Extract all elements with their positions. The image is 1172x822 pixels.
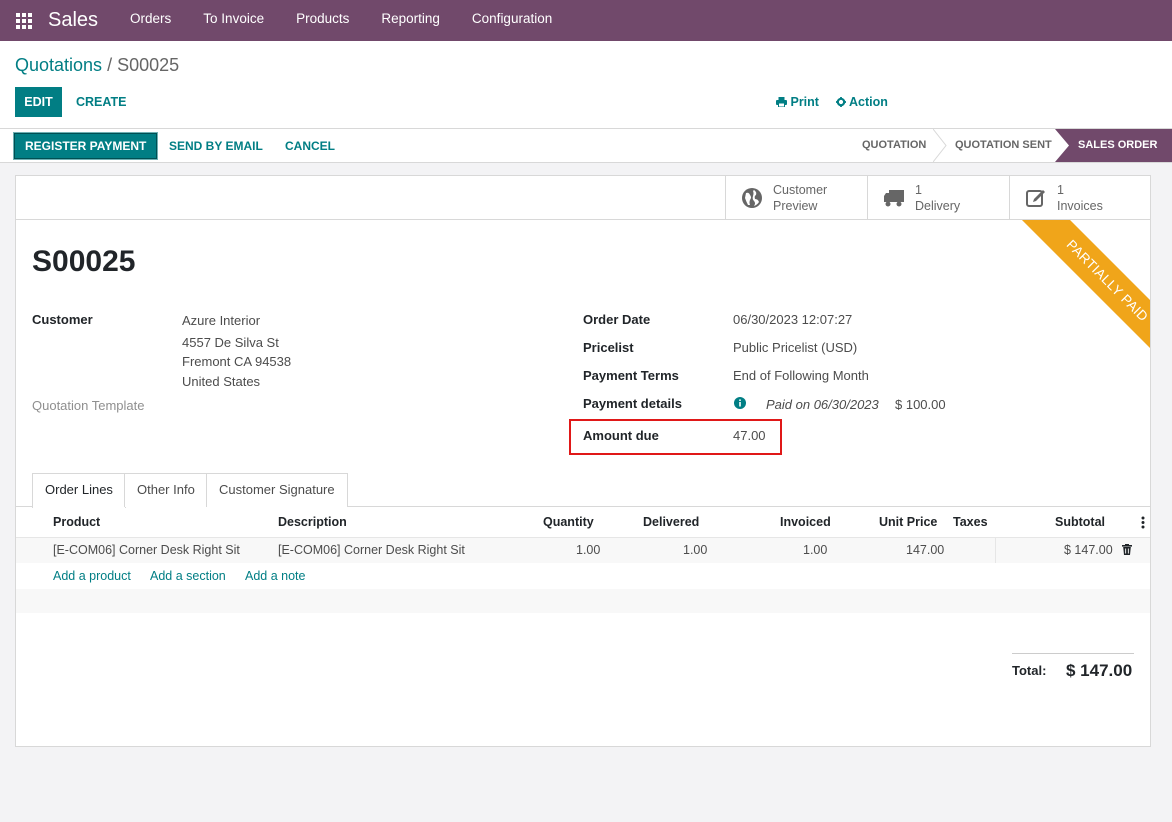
amount-due-highlight: [569, 419, 782, 455]
invoices-count: 1: [1057, 182, 1064, 197]
top-navbar: Sales Orders To Invoice Products Reporti…: [0, 0, 1172, 41]
print-button[interactable]: Print: [776, 95, 819, 109]
invoices-button[interactable]: 1 Invoices: [1009, 176, 1150, 219]
order-date-label: Order Date: [583, 312, 651, 327]
customer-address-line2: Fremont CA 94538: [182, 354, 292, 369]
column-header-product[interactable]: Product: [53, 515, 100, 529]
action-button[interactable]: Action: [836, 95, 888, 109]
edit-button[interactable]: EDIT: [15, 87, 62, 117]
nav-item-orders[interactable]: Orders: [114, 0, 187, 41]
status-bar: REGISTER PAYMENT SEND BY EMAIL CANCEL QU…: [0, 128, 1172, 163]
column-separator: [995, 537, 996, 563]
tab-other-info[interactable]: Other Info: [124, 473, 208, 507]
column-header-quantity[interactable]: Quantity: [543, 515, 594, 529]
row-unit-price[interactable]: 147.00: [906, 543, 944, 557]
add-section-link[interactable]: Add a section: [150, 569, 226, 583]
breadcrumb-current: S00025: [117, 55, 180, 75]
payment-details-amount: $ 100.00: [895, 397, 946, 412]
payment-details-label: Payment details: [583, 396, 682, 411]
row-invoiced[interactable]: 1.00: [803, 543, 827, 557]
delivery-count: 1: [915, 182, 922, 197]
truck-icon: [884, 189, 904, 206]
add-product-link[interactable]: Add a product: [53, 569, 131, 583]
total-label: Total:: [1012, 663, 1047, 678]
order-title: S00025: [32, 245, 136, 278]
payment-terms-label: Payment Terms: [583, 368, 679, 383]
breadcrumb-quotations[interactable]: Quotations: [15, 55, 102, 75]
row-description[interactable]: [E-COM06] Corner Desk Right Sit: [278, 543, 465, 557]
tab-order-lines[interactable]: Order Lines: [32, 473, 126, 508]
nav-item-to-invoice[interactable]: To Invoice: [187, 0, 280, 41]
customer-preview-line1: Customer: [773, 182, 828, 197]
payment-details-note: Paid on 06/30/2023: [766, 397, 879, 412]
row-delivered[interactable]: 1.00: [683, 543, 707, 557]
row-product[interactable]: [E-COM06] Corner Desk Right Sit: [53, 543, 240, 557]
trash-icon[interactable]: [1122, 544, 1132, 555]
customer-label: Customer: [32, 312, 93, 327]
total-value: $ 147.00: [1066, 661, 1133, 680]
apps-menu-icon[interactable]: [15, 12, 33, 30]
cancel-button[interactable]: CANCEL: [285, 133, 335, 159]
send-by-email-button[interactable]: SEND BY EMAIL: [169, 133, 263, 159]
column-header-description[interactable]: Description: [278, 515, 347, 529]
ribbon-label: PARTIALLY PAID: [1020, 220, 1150, 368]
smart-button-box: Customer Preview 1 Delivery 1 Invoices: [16, 176, 1150, 220]
invoices-label: Invoices: [1057, 198, 1103, 213]
stage-quotation[interactable]: QUOTATION: [862, 129, 926, 162]
column-header-taxes[interactable]: Taxes: [953, 515, 988, 529]
print-icon: [776, 97, 787, 108]
pricelist-label: Pricelist: [583, 340, 634, 355]
stage-divider: [933, 129, 947, 162]
delivery-label: Delivery: [915, 198, 961, 213]
quotation-template-label: Quotation Template: [32, 398, 145, 413]
create-button[interactable]: CREATE: [76, 87, 126, 117]
info-icon[interactable]: [734, 397, 746, 409]
total-divider: [1012, 653, 1134, 654]
customer-preview-line2: Preview: [773, 198, 818, 213]
globe-icon: [742, 187, 762, 208]
gear-icon: [836, 97, 846, 107]
column-header-invoiced[interactable]: Invoiced: [780, 515, 831, 529]
nav-item-reporting[interactable]: Reporting: [365, 0, 456, 41]
customer-address-line3: United States: [182, 374, 261, 389]
pricelist-value: Public Pricelist (USD): [733, 340, 858, 355]
customer-name-link[interactable]: Azure Interior: [182, 313, 260, 328]
row-quantity[interactable]: 1.00: [576, 543, 600, 557]
nav-item-configuration[interactable]: Configuration: [456, 0, 568, 41]
tab-customer-signature[interactable]: Customer Signature: [206, 473, 348, 507]
delivery-button[interactable]: 1 Delivery: [867, 176, 1009, 219]
control-panel: Quotations / S00025 EDIT CREATE Print Ac…: [0, 41, 1172, 128]
customer-preview-button[interactable]: Customer Preview: [725, 176, 867, 219]
payment-terms-value: End of Following Month: [733, 368, 869, 383]
column-header-unit-price[interactable]: Unit Price: [879, 515, 937, 529]
row-subtotal: $ 147.00: [1064, 543, 1113, 557]
column-options-icon[interactable]: [1141, 516, 1145, 529]
stage-sales-order[interactable]: SALES ORDER: [1055, 129, 1172, 162]
column-header-subtotal[interactable]: Subtotal: [1055, 515, 1105, 529]
notebook-tabs: Order Lines Other Info Customer Signatur…: [16, 473, 1150, 508]
add-note-link[interactable]: Add a note: [245, 569, 305, 583]
nav-item-products[interactable]: Products: [280, 0, 365, 41]
status-ribbon: PARTIALLY PAID: [1006, 220, 1150, 370]
column-header-delivered[interactable]: Delivered: [643, 515, 699, 529]
customer-address-line1: 4557 De Silva St: [182, 335, 279, 350]
register-payment-button[interactable]: REGISTER PAYMENT: [14, 133, 158, 159]
stage-quotation-sent[interactable]: QUOTATION SENT: [955, 129, 1052, 162]
edit-icon: [1026, 189, 1045, 207]
breadcrumb-separator: /: [102, 55, 118, 75]
app-name[interactable]: Sales: [48, 9, 98, 32]
empty-row: [16, 589, 1150, 613]
print-label: Print: [790, 95, 819, 109]
breadcrumb: Quotations / S00025: [15, 55, 179, 76]
action-label: Action: [849, 95, 888, 109]
form-sheet: Customer Preview 1 Delivery 1 Invoices PART…: [15, 175, 1151, 747]
order-date-value: 06/30/2023 12:07:27: [733, 312, 853, 327]
